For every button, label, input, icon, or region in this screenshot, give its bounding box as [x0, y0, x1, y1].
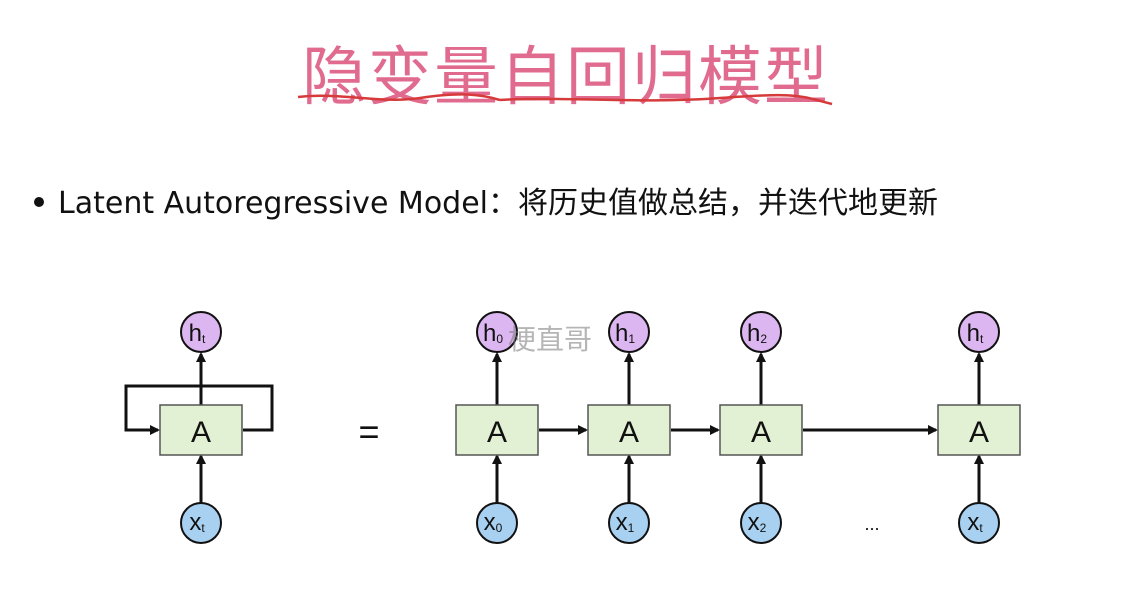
stept-cell-label: A	[969, 416, 989, 449]
step1-hidden-letter: h	[615, 320, 628, 347]
step2-hidden-letter: h	[747, 320, 760, 347]
rolled-rnn: A ht xt	[124, 311, 274, 544]
step0-cell-label: A	[487, 416, 507, 449]
step2-cell-label: A	[751, 416, 771, 449]
unrolled-step-t: A ht xt	[937, 311, 1021, 544]
step1-hidden-sub: 1	[628, 332, 635, 346]
step1-input-sub: 1	[628, 521, 635, 535]
step0-input-letter: x	[484, 509, 496, 536]
rolled-input-letter: x	[189, 509, 201, 536]
rnn-diagram: A ht xt = A h0 x0 A h1 x1 A h2 x2 ... A …	[124, 311, 1021, 544]
step2-input-letter: x	[748, 509, 760, 536]
step1-cell-label: A	[619, 416, 639, 449]
stept-input-letter: x	[967, 509, 979, 536]
step2-input-sub: 2	[760, 521, 767, 535]
unrolled-step-1: A h1 x1	[587, 311, 671, 544]
step1-input-letter: x	[616, 509, 628, 536]
rolled-hidden-letter: h	[189, 320, 202, 347]
equals-sign: =	[358, 411, 379, 452]
step2-hidden-sub: 2	[760, 332, 767, 346]
unrolled-step-2: A h2 x2	[719, 311, 803, 544]
rolled-cell-label: A	[191, 416, 211, 449]
watermark: 梗直哥	[508, 323, 593, 356]
stept-hidden-letter: h	[967, 320, 980, 347]
step0-hidden-letter: h	[483, 320, 496, 347]
step0-input-sub: 0	[496, 521, 503, 535]
step0-hidden-sub: 0	[496, 332, 503, 346]
ellipsis: ...	[864, 514, 879, 534]
